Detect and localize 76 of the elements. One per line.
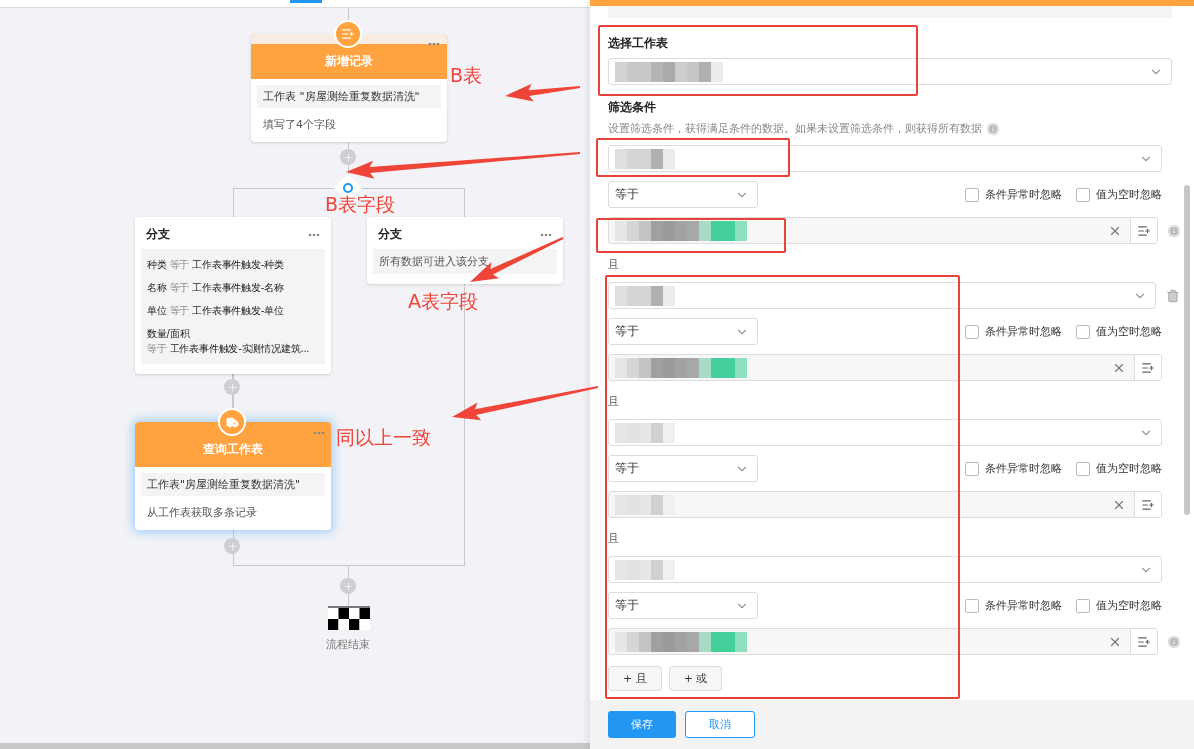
checkbox[interactable]: 条件异常时忽略 [965, 461, 1062, 476]
branch-note: 所有数据可进入该分支 [373, 249, 557, 274]
node-summary: 从工作表获取多条记录 [146, 505, 258, 521]
value-field[interactable] [608, 491, 1162, 518]
add-condition-button[interactable]: + 或 [668, 666, 723, 691]
operator-select[interactable]: 等于 [608, 318, 758, 345]
info-icon[interactable] [1168, 635, 1180, 648]
checkbox[interactable]: 值为空时忽略 [1076, 598, 1162, 613]
pixelated-value-drawing [615, 148, 675, 169]
add-step-icon[interactable] [340, 578, 356, 594]
checkbox[interactable]: 值为空时忽略 [1076, 187, 1162, 202]
field-select[interactable] [608, 419, 1162, 446]
joiner-label: 且 [608, 394, 620, 410]
checkbox[interactable]: 条件异常时忽略 [965, 598, 1062, 613]
node-summary: 填写了4个字段 [262, 117, 337, 133]
condition-text: 数量/面积 等于 工作表事件触发-实测情况建筑... [147, 327, 311, 356]
filter-description: 设置筛选条件，获得满足条件的数据。如果未设置筛选条件，则获得所有数据 [608, 121, 982, 136]
field-select[interactable] [608, 145, 1162, 172]
pixelated-value-drawing [615, 494, 675, 515]
condition-text: 种类 等于 工作表事件触发-种类 [147, 258, 285, 272]
value-field[interactable] [608, 354, 1162, 381]
list-plus-icon [1141, 497, 1155, 512]
annotation-label: 同以上一致 [336, 426, 431, 448]
operator-select[interactable]: 等于 [608, 592, 758, 619]
field-select[interactable] [608, 556, 1162, 583]
list-plus-icon [1137, 223, 1151, 238]
checkbox[interactable]: 值为空时忽略 [1076, 461, 1162, 476]
insert-field-button[interactable] [1134, 492, 1161, 517]
scrollbar[interactable] [1184, 185, 1190, 515]
scrollbar[interactable] [0, 743, 590, 749]
checkbox[interactable]: 条件异常时忽略 [965, 187, 1062, 202]
info-icon[interactable] [987, 122, 999, 135]
more-icon[interactable] [313, 431, 325, 435]
trash-icon[interactable] [1166, 288, 1180, 303]
section-label: 选择工作表 [608, 35, 669, 51]
insert-field-button[interactable] [1130, 218, 1157, 243]
condition-text: 单位 等于 工作表事件触发-单位 [147, 304, 285, 318]
checkbox[interactable]: 条件异常时忽略 [965, 324, 1062, 339]
add-condition-button[interactable]: + 且 [608, 666, 662, 691]
end-label: 流程结束 [325, 637, 371, 652]
add-step-icon[interactable] [224, 379, 240, 395]
annotation-label: A表字段 [408, 290, 478, 312]
list-plus-icon [1141, 360, 1155, 375]
checkbox[interactable]: 值为空时忽略 [1076, 324, 1162, 339]
add-step-icon[interactable] [340, 149, 356, 165]
node-detail: 工作表 "房屋测绘重复数据清洗" [257, 85, 441, 108]
add-step-icon[interactable] [224, 538, 240, 554]
list-plus-icon [1137, 634, 1151, 649]
insert-field-button[interactable] [1130, 629, 1157, 654]
joiner-label: 且 [608, 257, 620, 273]
branch-title: 分支 [378, 226, 402, 243]
condition-text: 名称 等于 工作表事件触发-名称 [147, 281, 285, 295]
checkered-flag-icon [328, 606, 370, 630]
joiner-label: 且 [608, 531, 620, 547]
value-field[interactable] [608, 628, 1158, 655]
node-title: 查询工作表 [203, 441, 263, 458]
tab-indicator [290, 0, 322, 3]
more-icon[interactable] [540, 232, 552, 237]
pixelated-value-drawing [615, 559, 675, 580]
node-detail: 工作表"房屋测绘重复数据清洗" [141, 473, 325, 496]
pixelated-value-drawing [615, 422, 675, 443]
branch-title: 分支 [146, 226, 170, 243]
value-field[interactable] [608, 217, 1158, 244]
insert-field-button[interactable] [1134, 355, 1161, 380]
annotation-label: B表字段 [325, 193, 396, 215]
section-label: 筛选条件 [608, 99, 657, 115]
operator-select[interactable]: 等于 [608, 181, 758, 208]
field-select[interactable] [608, 282, 1157, 309]
info-icon[interactable] [1168, 224, 1180, 237]
pixelated-value-drawing [615, 285, 675, 306]
node-title: 新增记录 [325, 53, 373, 70]
more-icon[interactable] [308, 232, 320, 237]
more-icon[interactable] [428, 42, 440, 46]
annotation-label: B表 [450, 64, 483, 86]
operator-select[interactable]: 等于 [608, 455, 758, 482]
table-select[interactable] [608, 58, 1172, 85]
